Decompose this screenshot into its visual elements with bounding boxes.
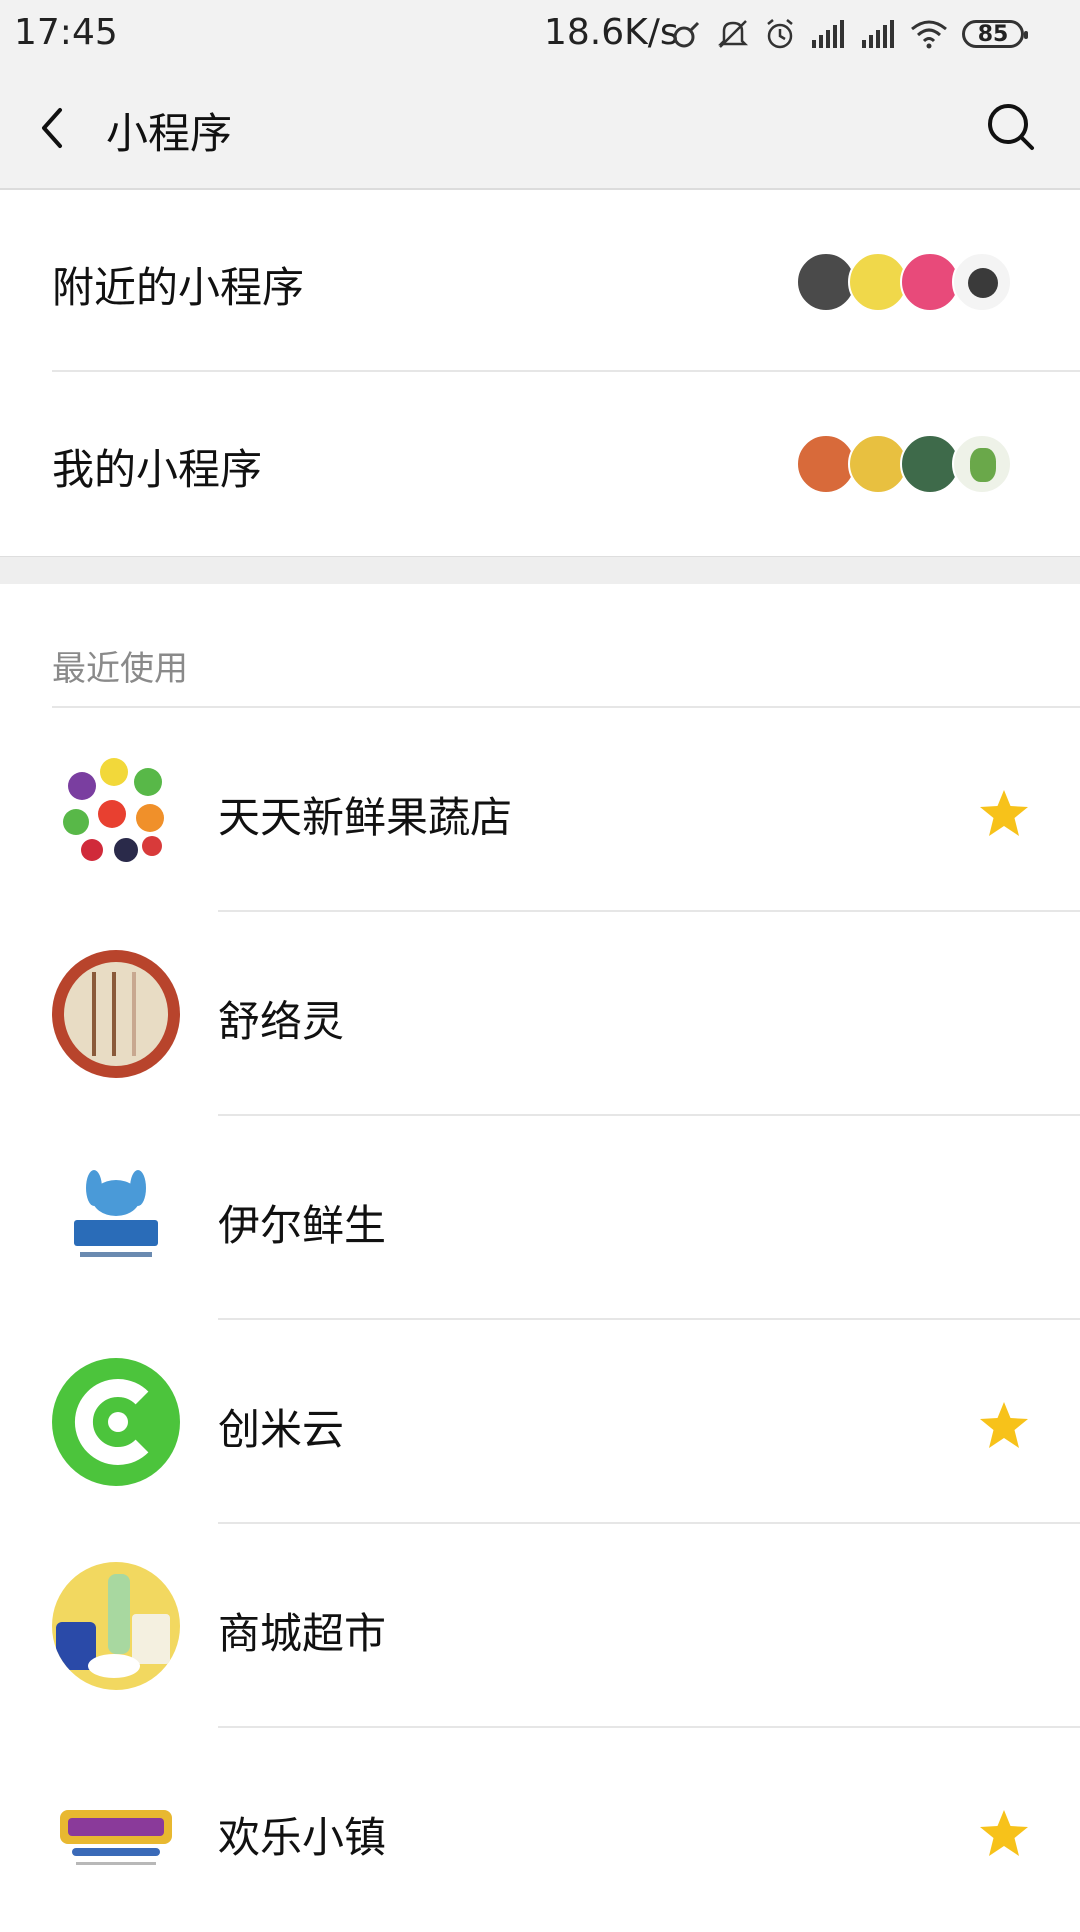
- search-icon: [988, 104, 1034, 150]
- my-avatars: [796, 434, 1012, 494]
- list-item[interactable]: 舒络灵: [0, 912, 1080, 1116]
- entry-label: 我的小程序: [52, 445, 263, 494]
- app-icon: [52, 1154, 180, 1282]
- app-icon: [52, 1562, 180, 1690]
- back-button[interactable]: [28, 96, 88, 160]
- star-icon[interactable]: [978, 1808, 1030, 1858]
- app-name: 天天新鲜果蔬店: [218, 793, 513, 842]
- search-button[interactable]: [978, 94, 1046, 162]
- list-item[interactable]: 天天新鲜果蔬店: [0, 708, 1080, 912]
- app-name: 伊尔鲜生: [218, 1201, 387, 1250]
- app-icon: [52, 1358, 180, 1486]
- avatar: [952, 252, 1012, 312]
- app-name: 欢乐小镇: [218, 1813, 387, 1862]
- avatar: [848, 252, 908, 312]
- avatar: [848, 434, 908, 494]
- list-item[interactable]: 伊尔鲜生: [0, 1116, 1080, 1320]
- my-mini-programs-entry[interactable]: 我的小程序: [0, 372, 1080, 554]
- nav-bar: 小程序: [0, 66, 1080, 190]
- avatar: [900, 252, 960, 312]
- list-item[interactable]: 欢乐小镇: [0, 1728, 1080, 1932]
- signal-icon: [862, 20, 894, 48]
- nearby-mini-programs-entry[interactable]: 附近的小程序: [0, 190, 1080, 372]
- status-bar: 17:45 18.6K/s 85: [0, 0, 1080, 66]
- star-icon[interactable]: [978, 1400, 1030, 1450]
- mute-icon: [717, 20, 749, 48]
- alarm-icon: [767, 19, 793, 49]
- avatar: [796, 252, 856, 312]
- network-rate: 18.6K/s: [544, 12, 679, 53]
- entry-label: 附近的小程序: [52, 263, 305, 312]
- app-icon: [52, 950, 180, 1078]
- app-name: 创米云: [218, 1405, 345, 1454]
- link-icon: [673, 21, 700, 48]
- list-item[interactable]: 商城超市: [0, 1524, 1080, 1728]
- signal-icon: [812, 20, 844, 48]
- chevron-left-icon: [42, 108, 62, 148]
- avatar: [900, 434, 960, 494]
- avatar: [796, 434, 856, 494]
- app-icon: [52, 746, 180, 874]
- wifi-icon: [911, 20, 947, 49]
- app-name: 舒络灵: [218, 997, 345, 1046]
- section-gap: [0, 556, 1080, 584]
- star-icon[interactable]: [978, 788, 1030, 838]
- section-title-recent: 最近使用: [52, 649, 188, 689]
- app-name: 商城超市: [218, 1609, 387, 1658]
- list-item[interactable]: 创米云: [0, 1320, 1080, 1524]
- nearby-avatars: [796, 252, 1012, 312]
- app-icon: [52, 1766, 180, 1894]
- status-time: 17:45: [14, 12, 118, 53]
- battery-icon: 85: [962, 20, 1028, 48]
- status-icons: 85: [672, 14, 1028, 54]
- avatar: [952, 434, 1012, 494]
- page-title: 小程序: [106, 109, 233, 158]
